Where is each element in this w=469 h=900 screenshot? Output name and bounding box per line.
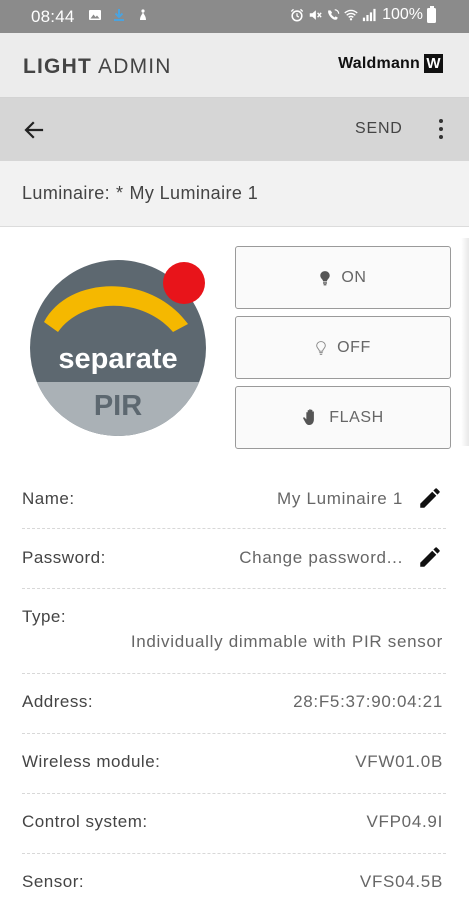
row-divider (22, 793, 446, 794)
name-value: My Luminaire 1 (276, 489, 403, 508)
download-icon (114, 9, 124, 21)
name-label: Name: (22, 489, 75, 508)
brand-rest: ADMIN (98, 55, 172, 78)
wireless-module-label: Wireless module: (22, 752, 161, 771)
separate-pir-badge: separate PIR (30, 260, 206, 436)
type-label: Type: (22, 607, 67, 626)
battery-percent: 100% (382, 6, 423, 23)
edit-name-button[interactable] (416, 484, 444, 512)
title-divider (0, 226, 469, 227)
logo-mark: W (424, 54, 443, 73)
app-brand: LIGHT ADMIN (23, 55, 172, 79)
wireless-module-value: VFW01.0B (355, 752, 443, 771)
mute-icon (309, 10, 322, 20)
pencil-icon (420, 547, 440, 567)
password-value[interactable]: Change password... (239, 548, 403, 568)
sensor-label: Sensor: (22, 872, 85, 891)
flash-label: FLASH (329, 408, 384, 426)
company-logo: Waldmann W (338, 54, 443, 73)
app-header: LIGHT ADMIN Waldmann W (0, 33, 469, 97)
row-divider (22, 853, 446, 854)
light-on-button[interactable]: ON (235, 246, 451, 309)
row-divider (22, 528, 446, 529)
scroll-edge-shadow (461, 238, 469, 446)
badge-line2: PIR (94, 390, 142, 422)
brand-bold: LIGHT (23, 55, 92, 78)
status-notification-icons (88, 8, 150, 22)
status-system-icons: 100% (290, 5, 436, 24)
control-system-label: Control system: (22, 812, 148, 831)
app-notification-icon (140, 9, 146, 20)
back-button[interactable] (18, 114, 50, 146)
battery-icon (427, 5, 436, 23)
hand-icon (303, 409, 315, 426)
light-on-label: ON (341, 268, 367, 286)
status-bar: 08:44 100% (0, 0, 469, 33)
bulb-filled-icon (320, 270, 331, 285)
row-divider (22, 733, 446, 734)
luminaire-name: My Luminaire 1 (129, 183, 259, 203)
control-system-value: VFP04.9I (366, 812, 443, 831)
flash-button[interactable]: FLASH (235, 386, 451, 449)
badge-line1: separate (58, 343, 177, 375)
address-label: Address: (22, 692, 94, 711)
address-value: 28:F5:37:90:04:21 (293, 692, 443, 711)
sensor-value: VFS04.5B (359, 872, 443, 891)
row-divider (22, 588, 446, 589)
edit-password-button[interactable] (416, 543, 444, 571)
image-icon (89, 10, 101, 20)
arrow-left-icon (24, 121, 44, 139)
badge-status-dot (163, 262, 205, 304)
row-divider (22, 673, 446, 674)
light-off-label: OFF (337, 338, 371, 356)
luminaire-header: Luminaire: * My Luminaire 1 (0, 161, 469, 226)
wifi-call-icon (328, 9, 340, 20)
toolbar: SEND (0, 98, 469, 161)
wifi-icon (344, 9, 358, 21)
more-menu-button[interactable] (427, 114, 455, 144)
send-button[interactable]: SEND (355, 120, 403, 138)
alarm-icon (290, 8, 304, 22)
signal-icon (362, 8, 376, 22)
type-value: Individually dimmable with PIR sensor (130, 632, 443, 651)
pencil-icon (420, 488, 440, 508)
more-vert-icon (439, 119, 443, 123)
light-off-button[interactable]: OFF (235, 316, 451, 379)
status-time: 08:44 (31, 7, 75, 26)
modified-marker: * (116, 183, 124, 203)
password-label: Password: (22, 548, 106, 567)
bulb-outline-icon (316, 340, 326, 355)
luminaire-title: Luminaire: * My Luminaire 1 (22, 183, 258, 204)
logo-text: Waldmann (338, 54, 420, 72)
luminaire-label: Luminaire: (22, 183, 111, 203)
